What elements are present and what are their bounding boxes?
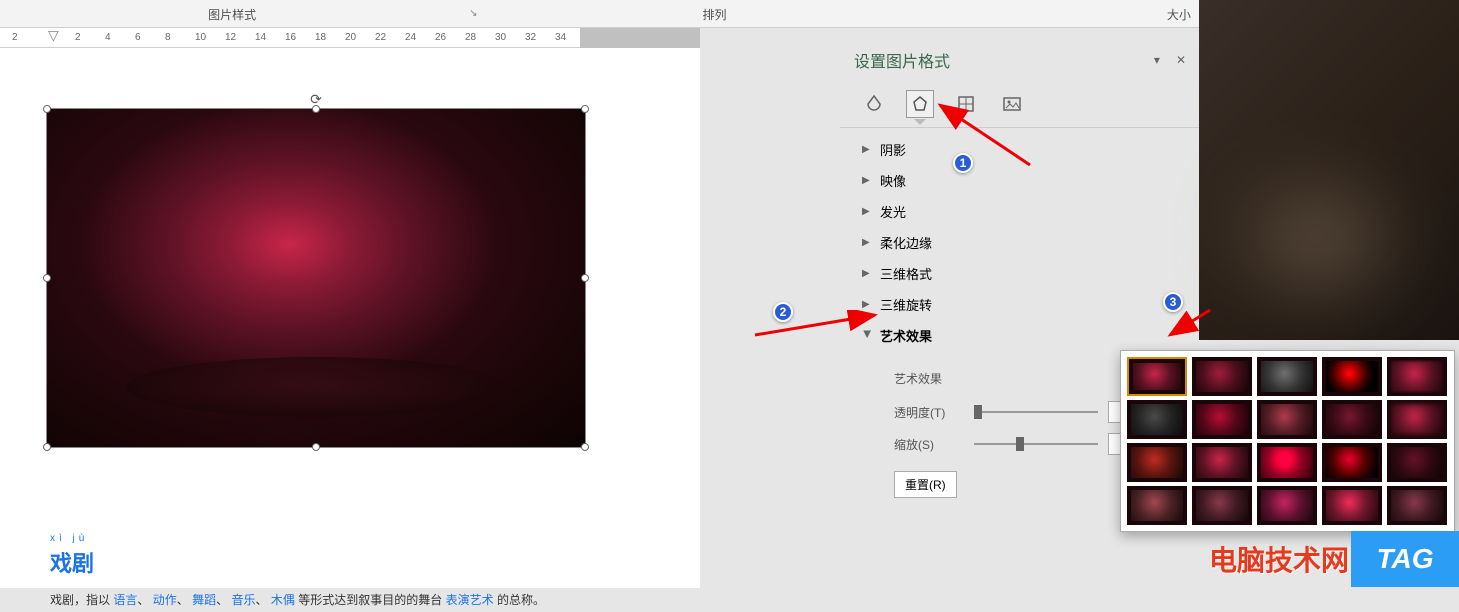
reset-button[interactable]: 重置(R) — [894, 471, 957, 498]
section-soft-edges[interactable]: ▶柔化边缘 — [854, 227, 1186, 258]
ribbon-tab-picture-style[interactable]: 图片样式 — [0, 0, 464, 28]
ribbon-tab-arrange[interactable]: 排列 — [482, 0, 946, 28]
effect-thumb[interactable] — [1192, 486, 1252, 525]
document-text: xì jù 戏剧 戏剧，指以 语言、 动作、 舞蹈、 音乐、 木偶 等形式达到叙… — [50, 533, 590, 612]
resize-handle[interactable] — [581, 105, 589, 113]
link-performing-art[interactable]: 表演艺术 — [446, 593, 494, 607]
effect-thumb[interactable] — [1257, 357, 1317, 396]
document-area[interactable]: ⟳ xì jù 戏剧 戏剧，指以 语言、 动作、 舞蹈、 音乐、 木偶 等形式达… — [0, 48, 700, 588]
resize-handle[interactable] — [43, 105, 51, 113]
ruler-mark: 14 — [255, 32, 266, 43]
section-3d-rotation[interactable]: ▶三维旋转 — [854, 289, 1186, 320]
ruler-mark: 2 — [12, 32, 18, 43]
ruler-mark: 10 — [195, 32, 206, 43]
resize-handle[interactable] — [43, 443, 51, 451]
ruler-mark: 6 — [135, 32, 141, 43]
link-puppet[interactable]: 木偶 — [271, 593, 295, 607]
ruler-mark: 16 — [285, 32, 296, 43]
effect-thumb[interactable] — [1192, 357, 1252, 396]
ruler-mark: 28 — [465, 32, 476, 43]
effect-thumb[interactable] — [1192, 443, 1252, 482]
panel-close-icon[interactable]: ✕ — [1176, 53, 1186, 67]
effect-thumb[interactable] — [1322, 400, 1382, 439]
section-artistic-effects[interactable]: ▶艺术效果 — [854, 320, 1186, 351]
transparency-label: 透明度(T) — [894, 404, 964, 421]
effect-thumb[interactable] — [1387, 486, 1447, 525]
panel-header: 设置图片格式 ▾ ✕ — [840, 40, 1200, 80]
effect-thumb[interactable] — [1322, 357, 1382, 396]
link-music[interactable]: 音乐 — [231, 593, 255, 607]
effect-thumb[interactable] — [1257, 443, 1317, 482]
resize-handle[interactable] — [43, 274, 51, 282]
section-glow[interactable]: ▶发光 — [854, 196, 1186, 227]
ruler-mark: 4 — [105, 32, 111, 43]
effect-thumb[interactable] — [1127, 486, 1187, 525]
ribbon-tab-launcher-1[interactable]: ↘ — [464, 0, 482, 27]
effects-gallery-popup — [1120, 350, 1455, 532]
effect-thumb[interactable] — [1127, 443, 1187, 482]
ruler-mark: 8 — [165, 32, 171, 43]
picture-tab-icon[interactable] — [998, 90, 1026, 118]
ruler-mark: 12 — [225, 32, 236, 43]
ruler-mark: 32 — [525, 32, 536, 43]
document-body: 戏剧，指以 语言、 动作、 舞蹈、 音乐、 木偶 等形式达到叙事目的的舞台 表演… — [50, 590, 590, 612]
ruler-mark: 2 — [75, 32, 81, 43]
scale-label: 缩放(S) — [894, 436, 964, 453]
panel-icon-tabs — [840, 80, 1200, 128]
ruler-margin — [580, 28, 700, 48]
annotation-badge-1: 1 — [953, 153, 973, 173]
ruler-mark: 20 — [345, 32, 356, 43]
effect-thumb[interactable] — [1257, 400, 1317, 439]
scale-slider[interactable] — [974, 443, 1098, 445]
link-language[interactable]: 语言 — [113, 593, 137, 607]
annotation-badge-2: 2 — [773, 302, 793, 322]
text: 戏剧，指以 — [50, 593, 110, 607]
effect-thumb[interactable] — [1127, 357, 1187, 396]
effect-thumb[interactable] — [1127, 400, 1187, 439]
link-dance[interactable]: 舞蹈 — [192, 593, 216, 607]
effect-thumb[interactable] — [1387, 357, 1447, 396]
resize-handle[interactable] — [312, 105, 320, 113]
selected-image[interactable]: ⟳ — [46, 108, 586, 448]
effect-thumb[interactable] — [1322, 486, 1382, 525]
panel-menu-icon[interactable]: ▾ — [1154, 53, 1160, 67]
background-image — [1199, 0, 1459, 340]
transparency-slider[interactable] — [974, 411, 1098, 413]
fill-line-tab-icon[interactable] — [860, 90, 888, 118]
ruler-mark: 24 — [405, 32, 416, 43]
ruler-mark: 34 — [555, 32, 566, 43]
indent-marker-icon[interactable]: ▽ — [48, 27, 59, 44]
annotation-badge-3: 3 — [1163, 292, 1183, 312]
resize-handle[interactable] — [312, 443, 320, 451]
effects-tab-icon[interactable] — [906, 90, 934, 118]
ruler-mark: 26 — [435, 32, 446, 43]
effect-thumb[interactable] — [1387, 400, 1447, 439]
art-effect-label: 艺术效果 — [894, 370, 964, 387]
title-pinyin: xì jù — [50, 533, 590, 544]
section-3d-format[interactable]: ▶三维格式 — [854, 258, 1186, 289]
effect-thumb[interactable] — [1387, 443, 1447, 482]
layout-tab-icon[interactable] — [952, 90, 980, 118]
ruler-mark: 30 — [495, 32, 506, 43]
document-title: 戏剧 — [50, 546, 590, 578]
section-reflection[interactable]: ▶映像 — [854, 165, 1186, 196]
section-shadow[interactable]: ▶阴影 — [854, 134, 1186, 165]
panel-title: 设置图片格式 — [854, 48, 950, 72]
watermark-text: 电脑技术网 — [1209, 539, 1349, 579]
effect-thumb[interactable] — [1192, 400, 1252, 439]
ruler-mark: 22 — [375, 32, 386, 43]
link-action[interactable]: 动作 — [153, 593, 177, 607]
resize-handle[interactable] — [581, 443, 589, 451]
effect-thumb[interactable] — [1322, 443, 1382, 482]
tag-badge: TAG — [1351, 531, 1459, 587]
resize-handle[interactable] — [581, 274, 589, 282]
ruler-mark: 18 — [315, 32, 326, 43]
effect-thumb[interactable] — [1257, 486, 1317, 525]
